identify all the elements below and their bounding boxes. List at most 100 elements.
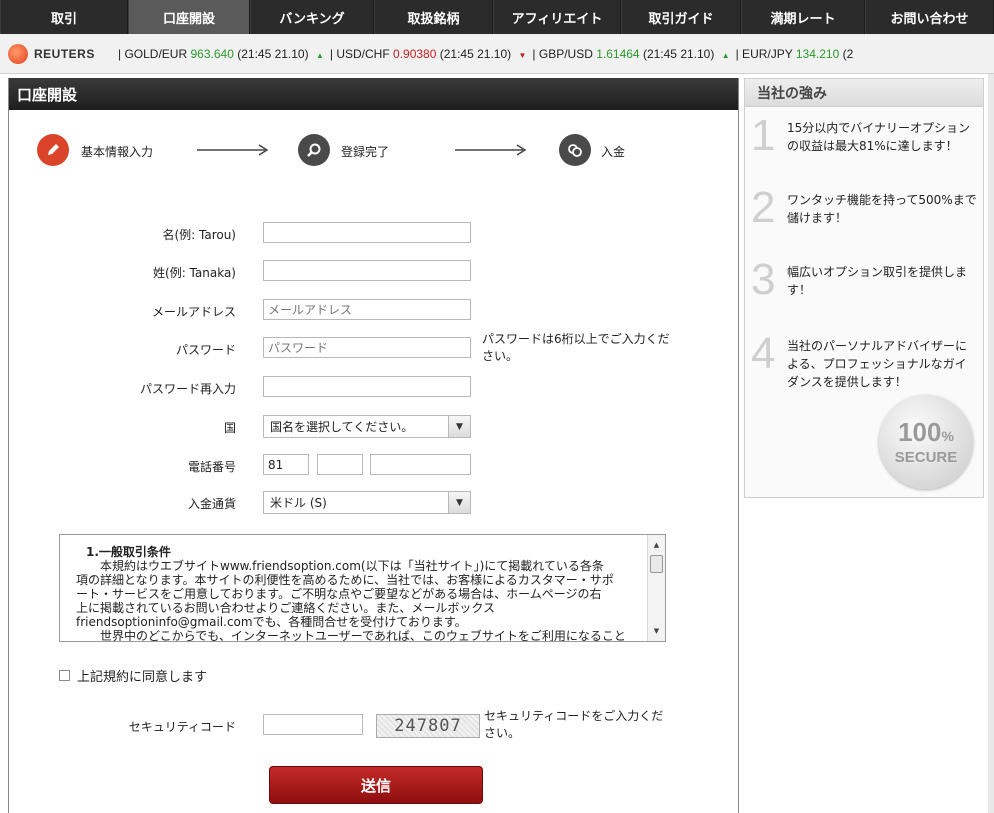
page-scrollbar[interactable] [988, 74, 994, 813]
terms-line: 上に掲載されているお問い合わせよりご連絡ください。また、メールボックス [76, 601, 496, 615]
agree-terms: 上記規約に同意します [59, 666, 207, 685]
ticker-item: | GBP/USD 1.61464 (21:45 21.10) ▲ [532, 47, 729, 61]
step-label-basic-info: 基本情報入力 [81, 145, 154, 159]
arrow-right-icon [197, 144, 269, 156]
country-select-value: 国名を選択してください。 [270, 420, 414, 434]
ticker-item: | GOLD/EUR 963.640 (21:45 21.10) ▲ [118, 47, 324, 61]
email-row: メールアドレス [9, 299, 740, 323]
secure-badge: 100% SECURE [879, 395, 973, 489]
ticker-value: 134.210 [795, 46, 840, 61]
nav-item-label: バンキング [279, 11, 345, 27]
email-label: メールアドレス [151, 305, 236, 319]
reuters-logo: REUTERS [0, 43, 118, 64]
ticker-item: | USD/CHF 0.90380 (21:45 21.10) ▼ [330, 47, 527, 61]
currency-select-value: 米ドル (S) [270, 496, 327, 510]
strength-text: 15分以内でバイナリーオプションの収益は最大81%に達します！ [787, 121, 971, 153]
price-ticker: REUTERS | GOLD/EUR 963.640 (21:45 21.10)… [0, 34, 994, 74]
secure-badge-percent: 100% [898, 419, 954, 449]
scroll-up-icon[interactable]: ▲ [648, 537, 665, 553]
strengths-sidebar: 当社の強み 1 15分以内でバイナリーオプションの収益は最大81%に達します！ … [744, 78, 984, 498]
last-name-label: 姓(例: Tanaka) [153, 266, 236, 280]
registration-steps: 基本情報入力 登録完了 入金 [37, 134, 677, 170]
terms-scrollbar[interactable]: ▲ ▼ [647, 535, 665, 641]
down-arrow-icon: ▼ [518, 50, 527, 60]
reuters-icon [8, 43, 28, 64]
currency-row: 入金通貨 米ドル (S) ▼ [9, 491, 740, 515]
strength-number: 1 [751, 111, 776, 160]
registration-panel: 口座開設 基本情報入力 登録完了 入金 名(例: Tarou) 姓(例: Tan… [8, 78, 739, 813]
terms-content: 1.一般取引条件 本規約はウエブサイトwww.friendsoption.com… [76, 545, 636, 641]
phone-label: 電話番号 [187, 460, 236, 474]
password-row: パスワード パスワードは6桁以上でご入力ください。 [9, 332, 740, 363]
page-title: 口座開設 [9, 78, 738, 110]
strength-number: 4 [751, 329, 776, 378]
nav-item-contact[interactable]: お問い合わせ [865, 0, 994, 34]
nav-item-expiry-rate[interactable]: 満期レート [741, 0, 865, 34]
submit-button[interactable]: 送信 [269, 766, 483, 804]
captcha-image: 247807 [376, 714, 480, 738]
nav-item-open-account[interactable]: 口座開設 [128, 0, 250, 34]
strength-item: 3 幅広いオプション取引を提供します！ [745, 255, 983, 329]
phone-area-input[interactable] [317, 454, 363, 475]
last-name-row: 姓(例: Tanaka) [9, 260, 740, 284]
terms-line: friendsoptioninfo@gmail.comでも、各種問合せを受付けて… [76, 615, 467, 629]
coins-icon [559, 134, 591, 166]
nav-item-guide[interactable]: 取引ガイド [621, 0, 741, 34]
email-input[interactable] [263, 299, 471, 320]
ticker-time: (2 [842, 46, 854, 61]
secure-badge-word: SECURE [894, 448, 958, 466]
step-label-complete: 登録完了 [341, 145, 390, 159]
security-code-hint: セキュリティコードをご入力ください。 [484, 709, 664, 740]
secure-badge-number: 100 [898, 416, 942, 447]
strength-item: 4 当社のパーソナルアドバイザーによる、プロフェッショナルなガイダンスを提供しま… [745, 329, 983, 403]
strength-number: 3 [751, 255, 776, 304]
last-name-input[interactable] [263, 260, 471, 281]
up-arrow-icon: ▲ [315, 50, 324, 60]
nav-item-label: 取引 [50, 11, 77, 27]
password-confirm-row: パスワード再入力 [9, 376, 740, 400]
scroll-thumb[interactable] [650, 555, 663, 573]
strength-number: 2 [751, 183, 776, 232]
phone-number-input[interactable] [370, 454, 471, 475]
currency-select[interactable]: 米ドル (S) ▼ [263, 491, 471, 514]
country-select[interactable]: 国名を選択してください。 ▼ [263, 415, 471, 438]
ticker-item: | EUR/JPY 134.210 (2 [736, 47, 854, 61]
security-code-label: セキュリティコード [128, 720, 236, 734]
strength-text: ワンタッチ機能を持って500%まで儲けます！ [787, 193, 977, 225]
arrow-right-icon [455, 144, 527, 156]
ticker-items: | GOLD/EUR 963.640 (21:45 21.10) ▲ | USD… [118, 47, 859, 61]
terms-textbox[interactable]: 1.一般取引条件 本規約はウエブサイトwww.friendsoption.com… [59, 534, 666, 642]
secure-badge-unit: % [941, 427, 954, 444]
first-name-label: 名(例: Tarou) [162, 228, 236, 242]
nav-item-label: 取扱銘柄 [407, 11, 460, 27]
nav-item-label: アフィリエイト [511, 11, 603, 27]
password-confirm-input[interactable] [263, 376, 471, 397]
nav-item-affiliate[interactable]: アフィリエイト [493, 0, 621, 34]
agree-checkbox[interactable] [59, 670, 70, 681]
ticker-pair: | EUR/JPY [735, 46, 793, 61]
ticker-value: 0.90380 [393, 46, 437, 61]
terms-line: 本規約はウエブサイトwww.friendsoption.com(以下は「当社サイ… [100, 559, 604, 573]
terms-line: 項の詳細となります。本サイトの利便性を高めるために、当社では、お客様によるカスタ… [76, 573, 614, 587]
ticker-value: 1.61464 [596, 46, 640, 61]
ticker-value: 963.640 [190, 46, 234, 61]
ticker-time: (21:45 21.10) [439, 46, 512, 61]
security-code-input[interactable] [263, 714, 363, 735]
strength-text: 幅広いオプション取引を提供します！ [787, 265, 968, 297]
strength-text: 当社のパーソナルアドバイザーによる、プロフェッショナルなガイダンスを提供します！ [787, 339, 968, 389]
password-input[interactable] [263, 337, 471, 358]
strength-item: 1 15分以内でバイナリーオプションの収益は最大81%に達します！ [745, 111, 983, 185]
nav-item-label: 口座開設 [162, 11, 215, 27]
phone-country-code-input[interactable] [263, 454, 309, 475]
scroll-down-icon[interactable]: ▼ [648, 623, 665, 639]
step-label-deposit: 入金 [601, 145, 626, 159]
nav-item-banking[interactable]: バンキング [250, 0, 374, 34]
country-row: 国 国名を選択してください。 ▼ [9, 415, 740, 439]
nav-item-trade[interactable]: 取引 [0, 0, 128, 34]
nav-item-products[interactable]: 取扱銘柄 [374, 0, 493, 34]
pencil-icon [37, 134, 69, 166]
reuters-brand: REUTERS [34, 46, 95, 61]
password-hint: パスワードは6桁以上でご入力ください。 [482, 332, 670, 363]
first-name-input[interactable] [263, 222, 471, 243]
up-arrow-icon: ▲ [721, 50, 730, 60]
